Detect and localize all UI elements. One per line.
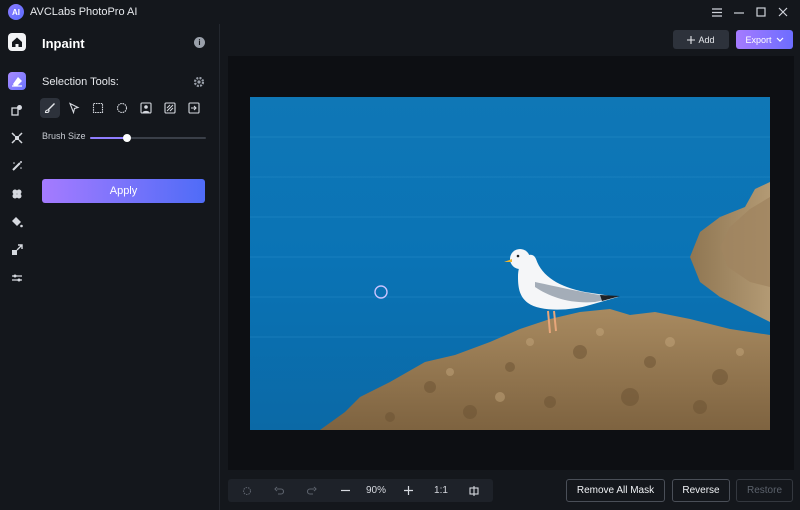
zoom-out-icon[interactable] <box>338 479 352 502</box>
title-bar: AI AVCLabs PhotoPro AI <box>0 0 800 24</box>
brush-size-label: Brush Size <box>42 131 86 141</box>
selection-tools-label: Selection Tools: <box>42 76 119 88</box>
denoise-icon[interactable] <box>8 185 26 203</box>
info-icon-glyph: i <box>198 38 201 47</box>
gear-icon[interactable] <box>193 75 205 88</box>
rectangle-icon[interactable] <box>88 98 108 118</box>
minimize-icon[interactable] <box>728 2 750 22</box>
brush-icon[interactable] <box>40 98 60 118</box>
actual-size-button[interactable]: 1:1 <box>432 479 450 502</box>
info-icon[interactable]: i <box>194 37 205 48</box>
brush-size-handle[interactable] <box>123 134 132 142</box>
brush-size-fill <box>90 137 128 139</box>
chevron-down-icon <box>776 37 783 42</box>
canvas-area[interactable] <box>228 56 794 470</box>
upscale-icon[interactable] <box>8 129 26 147</box>
import-mask-icon[interactable] <box>184 98 204 118</box>
photo-canvas[interactable] <box>250 97 770 430</box>
compare-icon[interactable] <box>467 479 481 502</box>
plus-icon <box>687 35 696 44</box>
fit-icon[interactable] <box>240 479 254 502</box>
zoom-level: 90% <box>365 485 386 496</box>
fill-icon[interactable] <box>8 213 26 231</box>
app-logo: AI <box>8 4 24 20</box>
zoom-in-icon[interactable] <box>401 479 415 502</box>
remove-all-mask-button[interactable]: Remove All Mask <box>566 479 665 502</box>
add-button-label: Add <box>698 34 715 45</box>
export-button[interactable]: Export <box>736 30 793 49</box>
adjust-icon[interactable] <box>8 269 26 287</box>
tool-rail <box>0 24 34 510</box>
panel-title: Inpaint <box>42 36 85 51</box>
home-icon[interactable] <box>8 33 26 51</box>
reverse-button[interactable]: Reverse <box>672 479 730 502</box>
menu-icon[interactable] <box>706 2 728 22</box>
app-logo-text: AI <box>12 7 20 17</box>
maximize-icon[interactable] <box>750 2 772 22</box>
app-title: AVCLabs PhotoPro AI <box>30 6 138 18</box>
undo-icon[interactable] <box>272 479 286 502</box>
zoom-bar: 90% 1:1 <box>228 479 493 502</box>
portrait-select-icon[interactable] <box>136 98 156 118</box>
expand-icon[interactable] <box>8 241 26 259</box>
lasso-icon[interactable] <box>64 98 84 118</box>
seagull-photo <box>250 97 770 430</box>
window-controls <box>706 2 794 22</box>
redo-icon[interactable] <box>305 479 319 502</box>
colorize-icon[interactable] <box>8 157 26 175</box>
apply-button[interactable]: Apply <box>42 179 205 203</box>
remove-object-icon[interactable] <box>8 101 26 119</box>
app-window: AI AVCLabs PhotoPro AI Inpaint i Selecti… <box>0 0 800 510</box>
inpaint-panel: Inpaint i Selection Tools: Brush Size Ap… <box>34 24 220 510</box>
restore-button[interactable]: Restore <box>736 479 793 502</box>
brush-size-slider[interactable] <box>90 134 206 142</box>
inpaint-icon[interactable] <box>8 72 26 90</box>
close-icon[interactable] <box>772 2 794 22</box>
selection-tools <box>40 98 204 118</box>
export-button-label: Export <box>745 34 772 45</box>
pattern-select-icon[interactable] <box>160 98 180 118</box>
ellipse-icon[interactable] <box>112 98 132 118</box>
add-button[interactable]: Add <box>673 30 729 49</box>
